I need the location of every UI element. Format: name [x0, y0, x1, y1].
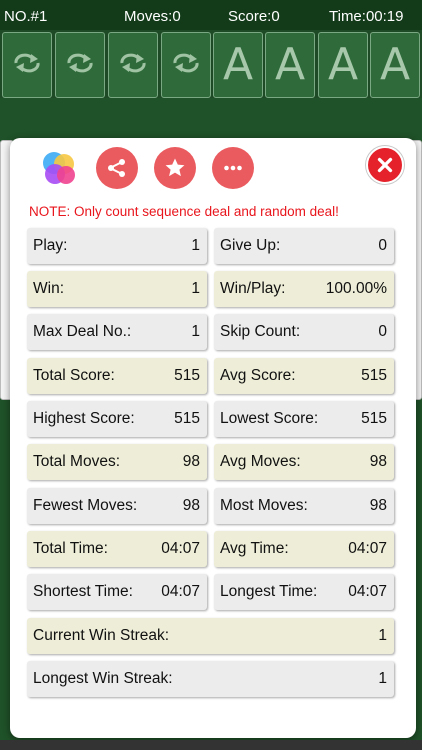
stat-longest-win-streak: Longest Win Streak: 1 — [27, 661, 394, 697]
stat-total-time: Total Time: 04:07 — [27, 531, 207, 567]
stat-label: Win: — [33, 280, 64, 297]
star-icon — [165, 158, 185, 177]
stat-value: 04:07 — [348, 583, 387, 600]
stat-play: Play: 1 — [27, 228, 207, 264]
stat-value: 04:07 — [348, 540, 387, 557]
foundation-slot[interactable]: A — [265, 32, 315, 98]
stat-label: Avg Moves: — [220, 453, 301, 470]
stat-skip-count: Skip Count: 0 — [214, 314, 394, 350]
status-bar: NO.#1 Moves:0 Score:0 Time:00:19 — [0, 0, 422, 30]
stock-and-foundations: A A A A — [0, 30, 422, 98]
rate-button[interactable] — [154, 147, 196, 189]
stat-label: Lowest Score: — [220, 410, 319, 427]
foundation-letter: A — [222, 39, 254, 90]
stock-slot[interactable] — [161, 32, 211, 98]
recycle-icon — [170, 51, 202, 80]
stat-label: Avg Score: — [220, 367, 296, 384]
stat-label: Skip Count: — [220, 323, 301, 340]
stat-label: Max Deal No.: — [33, 323, 132, 340]
stat-value: 98 — [182, 453, 200, 470]
stat-value: 1 — [378, 670, 387, 687]
stat-value: 515 — [174, 367, 200, 384]
stat-value: 1 — [191, 280, 200, 297]
stat-give-up: Give Up: 0 — [214, 228, 394, 264]
stat-avg-time: Avg Time: 04:07 — [214, 531, 394, 567]
stat-label: Win/Play: — [220, 280, 286, 297]
stat-avg-score: Avg Score: 515 — [214, 358, 394, 394]
stat-value: 515 — [361, 367, 387, 384]
stat-label: Most Moves: — [220, 497, 308, 514]
stat-value: 0 — [378, 323, 387, 340]
stat-label: Highest Score: — [33, 410, 135, 427]
stat-label: Play: — [33, 237, 68, 254]
stat-lowest-score: Lowest Score: 515 — [214, 401, 394, 437]
stat-max-deal-no: Max Deal No.: 1 — [27, 314, 207, 350]
stat-avg-moves: Avg Moves: 98 — [214, 444, 394, 480]
stock-slot[interactable] — [2, 32, 52, 98]
foundation-slot[interactable]: A — [213, 32, 263, 98]
stat-value: 1 — [378, 627, 387, 644]
foundation-slot[interactable]: A — [370, 32, 420, 98]
stat-longest-time: Longest Time: 04:07 — [214, 574, 394, 610]
recycle-icon — [64, 51, 96, 80]
stat-total-moves: Total Moves: 98 — [27, 444, 207, 480]
stat-value: 98 — [182, 497, 200, 514]
stock-slot[interactable] — [55, 32, 105, 98]
recycle-icon — [117, 51, 149, 80]
stat-label: Total Score: — [33, 367, 115, 384]
stat-win-play: Win/Play: 100.00% — [214, 271, 394, 307]
stat-value: 1 — [191, 323, 200, 340]
foundation-letter: A — [379, 39, 411, 90]
stat-label: Current Win Streak: — [33, 627, 170, 644]
score-counter: Score:0 — [228, 8, 280, 25]
stat-highest-score: Highest Score: 515 — [27, 401, 207, 437]
stat-value: 515 — [174, 410, 200, 427]
stat-value: 0 — [378, 237, 387, 254]
deal-number: NO.#1 — [4, 8, 48, 25]
bottom-toolbar — [0, 740, 422, 750]
close-button[interactable] — [366, 146, 404, 184]
stat-label: Total Time: — [33, 540, 108, 557]
statistics-dialog: NOTE: Only count sequence deal and rando… — [10, 138, 416, 738]
recycle-icon — [11, 51, 43, 80]
close-icon — [377, 157, 393, 173]
stat-label: Total Moves: — [33, 453, 121, 470]
stat-most-moves: Most Moves: 98 — [214, 488, 394, 524]
stat-value: 98 — [369, 453, 387, 470]
stat-label: Fewest Moves: — [33, 497, 138, 514]
stat-label: Avg Time: — [220, 540, 289, 557]
stat-label: Give Up: — [220, 237, 281, 254]
more-button[interactable] — [212, 147, 254, 189]
note-text: NOTE: Only count sequence deal and rando… — [29, 204, 339, 219]
stat-total-score: Total Score: 515 — [27, 358, 207, 394]
stat-label: Longest Win Streak: — [33, 670, 173, 687]
stat-shortest-time: Shortest Time: 04:07 — [27, 574, 207, 610]
stat-value: 04:07 — [161, 540, 200, 557]
stat-current-win-streak: Current Win Streak: 1 — [27, 618, 394, 654]
stat-value: 515 — [361, 410, 387, 427]
stat-value: 1 — [191, 237, 200, 254]
stat-value: 100.00% — [325, 280, 387, 297]
moves-counter: Moves:0 — [124, 8, 181, 25]
more-icon — [224, 165, 242, 171]
stock-slot[interactable] — [108, 32, 158, 98]
timer: Time:00:19 — [329, 8, 404, 25]
stat-label: Longest Time: — [220, 583, 318, 600]
share-button[interactable] — [96, 147, 138, 189]
stat-fewest-moves: Fewest Moves: 98 — [27, 488, 207, 524]
foundation-letter: A — [327, 39, 359, 90]
stat-value: 04:07 — [161, 583, 200, 600]
stat-label: Shortest Time: — [33, 583, 133, 600]
stat-value: 98 — [369, 497, 387, 514]
foundation-letter: A — [274, 39, 306, 90]
share-icon — [108, 159, 125, 177]
stat-win: Win: 1 — [27, 271, 207, 307]
game-center-icon[interactable] — [39, 148, 79, 188]
foundation-slot[interactable]: A — [318, 32, 368, 98]
